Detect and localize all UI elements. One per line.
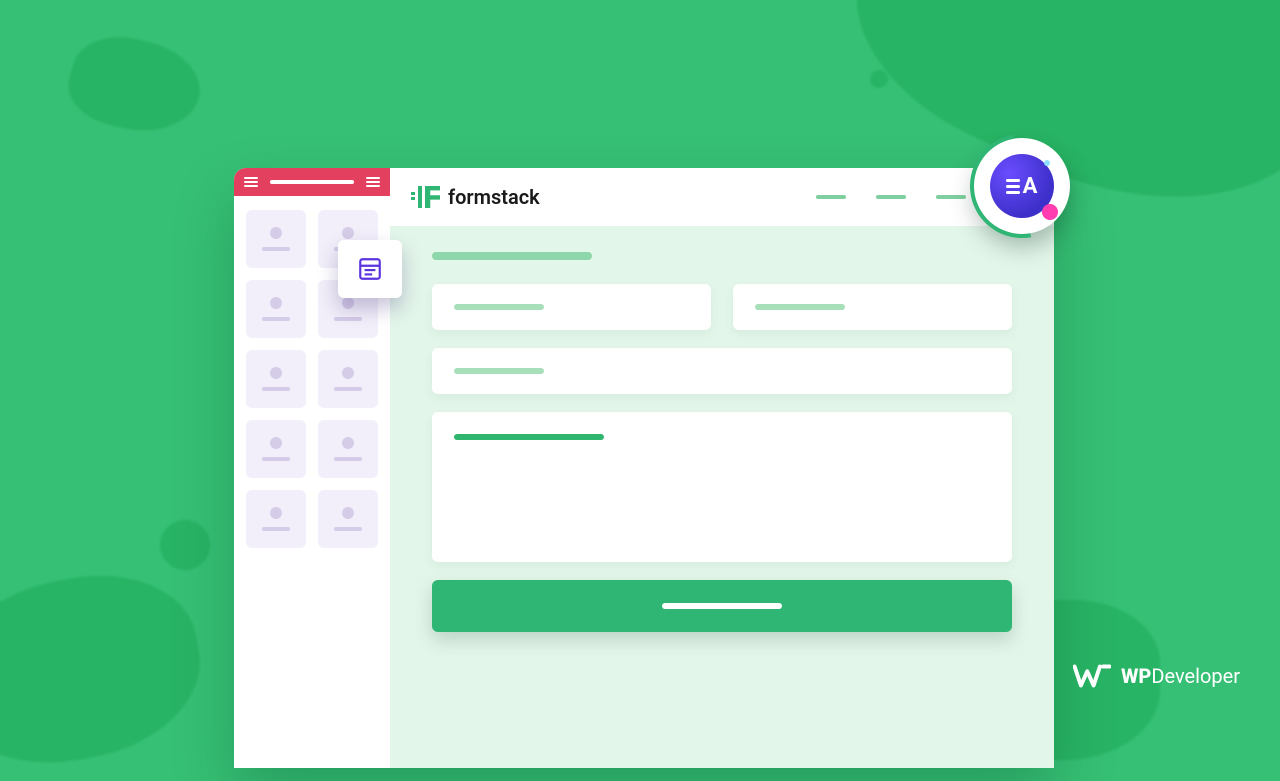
widget-item[interactable] bbox=[318, 350, 378, 408]
sidebar-header bbox=[234, 168, 390, 196]
widget-item[interactable] bbox=[318, 490, 378, 548]
form-field[interactable] bbox=[432, 348, 1012, 394]
field-placeholder bbox=[454, 368, 544, 374]
ea-badge-label: A bbox=[1006, 174, 1039, 199]
form-field[interactable] bbox=[432, 284, 711, 330]
submit-label-placeholder bbox=[662, 603, 782, 609]
nav-link[interactable] bbox=[816, 195, 846, 199]
widget-item[interactable] bbox=[246, 280, 306, 338]
form-title-placeholder bbox=[432, 252, 592, 260]
form-canvas bbox=[390, 226, 1054, 632]
form-widget-icon bbox=[357, 256, 383, 282]
ea-badge: A bbox=[974, 138, 1070, 234]
nav-link[interactable] bbox=[936, 195, 966, 199]
form-textarea[interactable] bbox=[432, 412, 1012, 562]
wpdeveloper-text: WPDeveloper bbox=[1121, 664, 1240, 688]
brand: formstack bbox=[418, 185, 540, 209]
widget-item[interactable] bbox=[318, 420, 378, 478]
main-header: formstack bbox=[390, 168, 1054, 226]
dragged-widget[interactable] bbox=[338, 240, 402, 298]
menu-icon[interactable] bbox=[366, 177, 380, 187]
field-placeholder bbox=[454, 304, 544, 310]
ea-badge-inner: A bbox=[990, 154, 1054, 218]
bg-blob bbox=[160, 520, 210, 570]
bg-blob bbox=[0, 559, 214, 781]
field-placeholder bbox=[454, 434, 604, 440]
widget-item[interactable] bbox=[246, 490, 306, 548]
bg-blob bbox=[61, 25, 210, 146]
widget-item[interactable] bbox=[246, 420, 306, 478]
widget-item[interactable] bbox=[246, 350, 306, 408]
nav-link[interactable] bbox=[876, 195, 906, 199]
submit-button[interactable] bbox=[432, 580, 1012, 632]
main-panel: formstack bbox=[390, 168, 1054, 768]
wpdeveloper-brand: WPDeveloper bbox=[1073, 662, 1240, 690]
bg-blob bbox=[870, 70, 888, 88]
hamburger-icon[interactable] bbox=[244, 177, 258, 187]
formstack-logo-icon bbox=[418, 186, 440, 208]
brand-name: formstack bbox=[448, 185, 540, 209]
field-placeholder bbox=[755, 304, 845, 310]
sidebar-title-placeholder bbox=[270, 180, 354, 184]
wpdeveloper-logo-icon bbox=[1073, 662, 1111, 690]
widget-item[interactable] bbox=[246, 210, 306, 268]
form-field[interactable] bbox=[733, 284, 1012, 330]
